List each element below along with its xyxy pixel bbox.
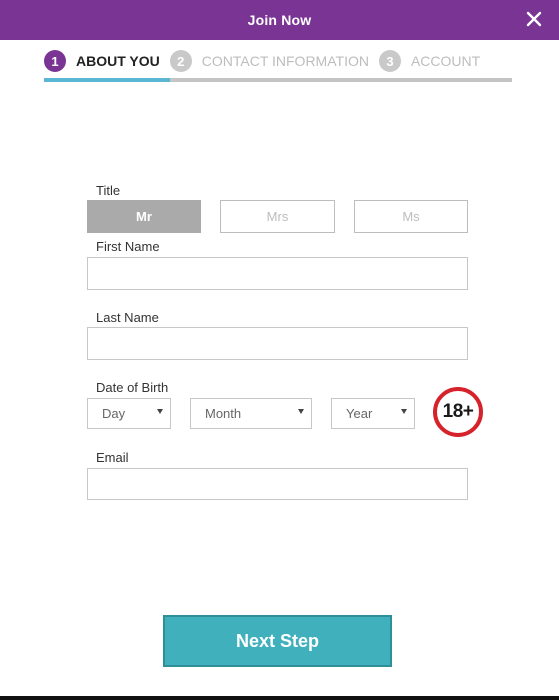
step-number-1: 1 <box>44 50 66 72</box>
close-button[interactable] <box>523 8 545 30</box>
dob-year-value: Year <box>346 406 373 421</box>
dob-year-select[interactable]: Year <box>331 398 415 429</box>
dob-label: Date of Birth <box>96 380 169 395</box>
step-label-contact-information: CONTACT INFORMATION <box>201 53 369 69</box>
age-restriction-text: 18+ <box>442 401 474 422</box>
first-name-input[interactable] <box>87 257 468 290</box>
close-icon <box>526 11 542 27</box>
first-name-label: First Name <box>96 239 160 254</box>
email-label: Email <box>96 450 129 465</box>
chevron-down-icon <box>401 409 407 414</box>
next-step-button[interactable]: Next Step <box>163 615 392 667</box>
chevron-down-icon <box>298 409 304 414</box>
chevron-down-icon <box>157 409 163 414</box>
title-option-mr[interactable]: Mr <box>87 200 201 233</box>
join-now-modal: Join Now 1 ABOUT YOU 2 CONTACT INFORMATI… <box>0 0 559 700</box>
title-label: Title <box>96 183 121 198</box>
step-label-account: ACCOUNT <box>410 53 481 69</box>
progress-bar-fill <box>44 78 171 82</box>
dob-month-select[interactable]: Month <box>190 398 312 429</box>
progress-bar <box>44 78 512 82</box>
step-number-2: 2 <box>169 50 192 72</box>
dob-month-value: Month <box>205 406 242 421</box>
step-number-3: 3 <box>378 50 401 72</box>
step-about-you[interactable]: 1 ABOUT YOU <box>44 50 160 72</box>
email-input[interactable] <box>87 468 468 500</box>
modal-header: Join Now <box>0 0 559 40</box>
dob-day-select[interactable]: Day <box>87 398 171 429</box>
title-option-mrs[interactable]: Mrs <box>220 200 335 233</box>
title-option-ms[interactable]: Ms <box>354 200 468 233</box>
last-name-label: Last Name <box>96 310 159 325</box>
step-indicator: 1 ABOUT YOU 2 CONTACT INFORMATION 3 ACCO… <box>44 49 512 73</box>
step-label-about-you: ABOUT YOU <box>76 53 160 69</box>
modal-title: Join Now <box>247 12 312 28</box>
last-name-input[interactable] <box>87 327 468 360</box>
dob-day-value: Day <box>102 406 126 421</box>
age-restriction-badge: 18+ <box>433 387 483 437</box>
step-contact-information[interactable]: 2 CONTACT INFORMATION <box>169 50 369 72</box>
step-account[interactable]: 3 ACCOUNT <box>378 50 481 72</box>
